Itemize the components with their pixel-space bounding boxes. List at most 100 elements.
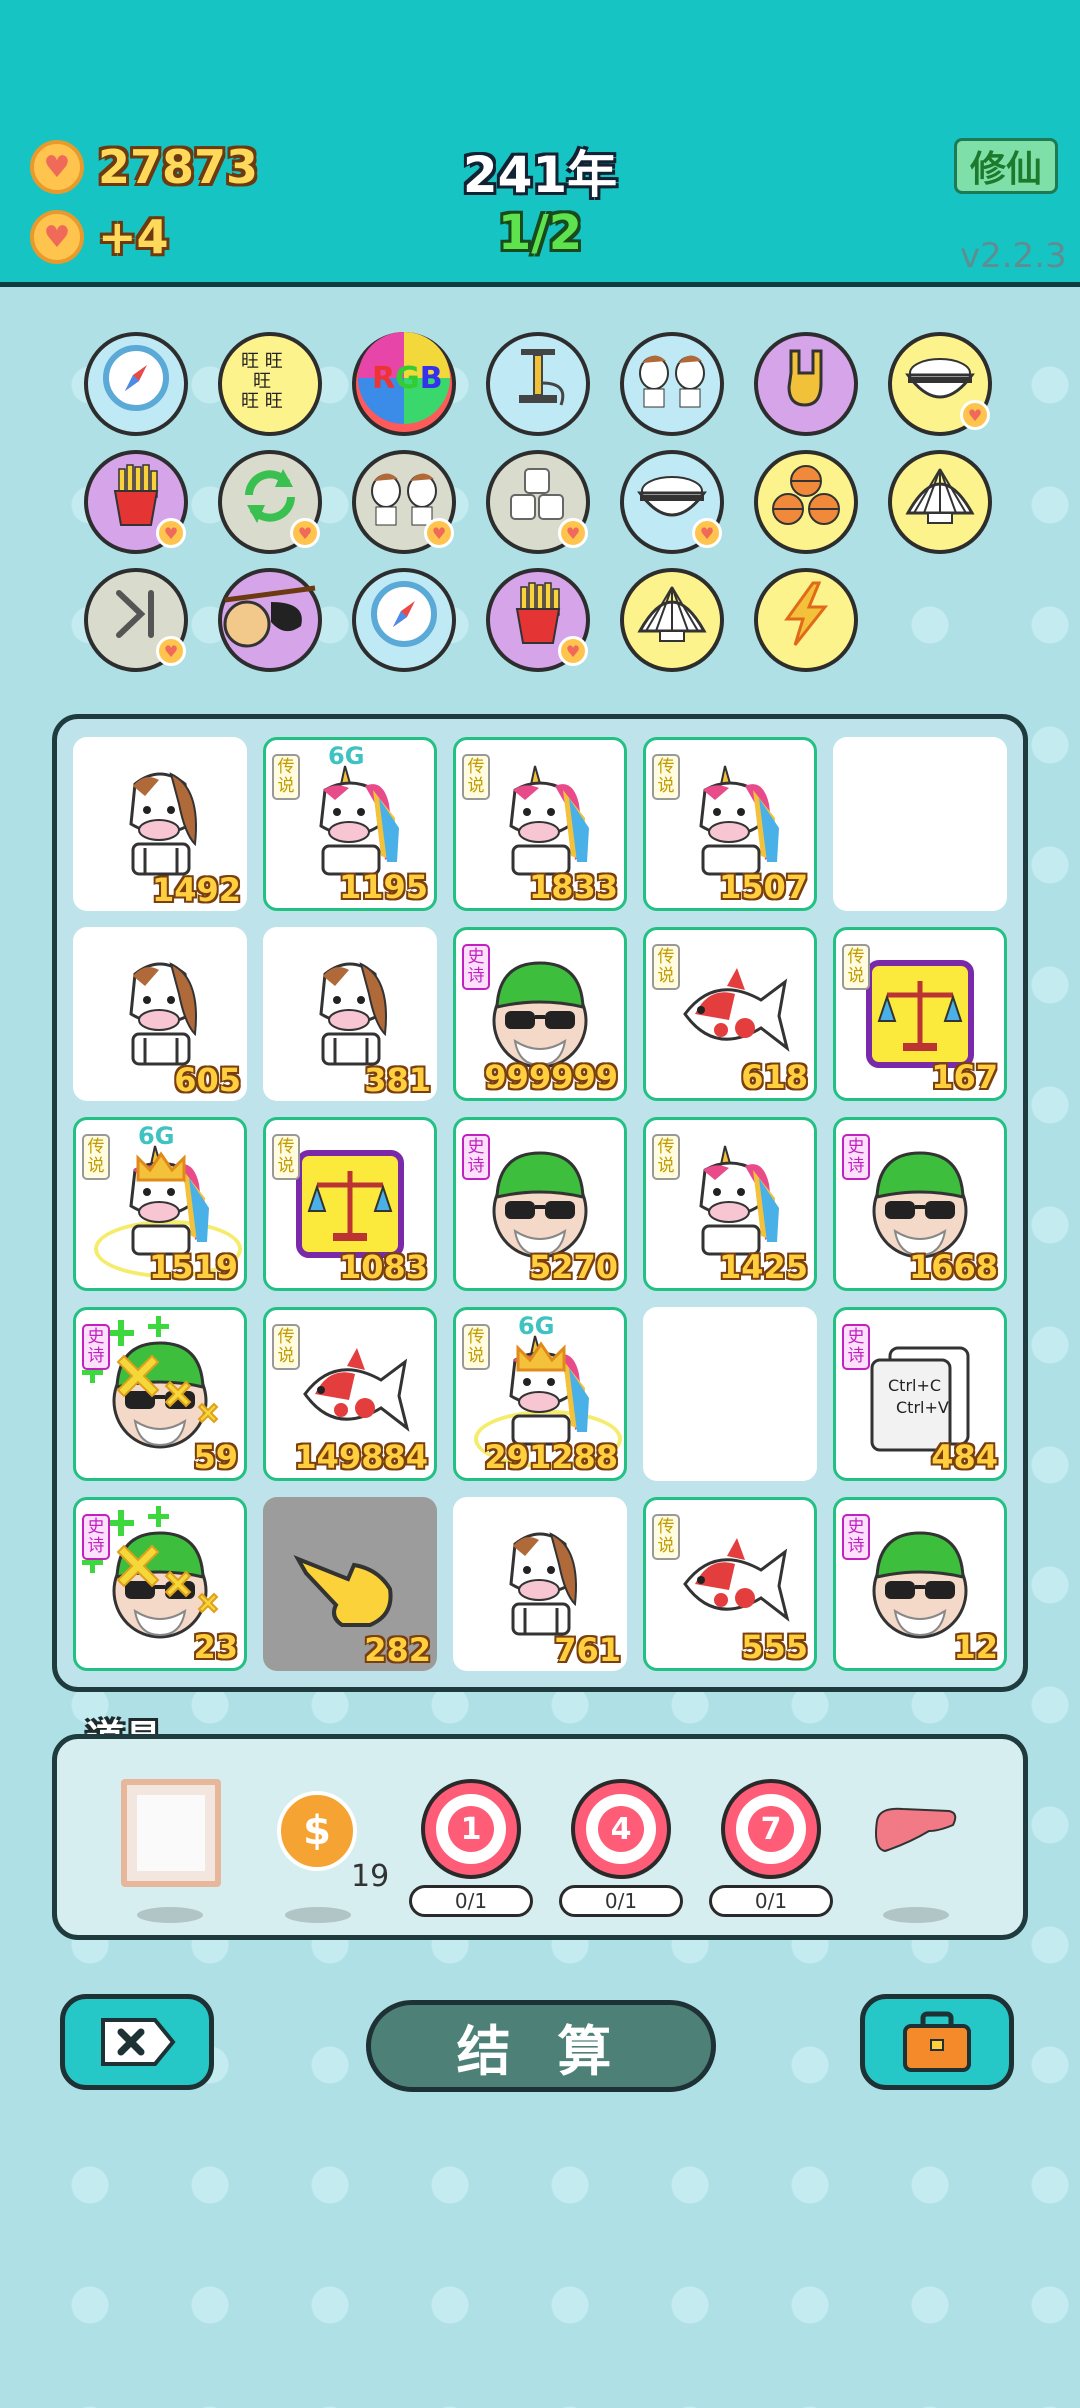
symbol-slot[interactable]: 史诗 1668 (833, 1117, 1007, 1291)
slot-value: 282 (364, 1631, 431, 1669)
relic-slot[interactable]: 旺 旺旺旺 旺 (218, 332, 322, 436)
coin-item-count: 19 (351, 1859, 390, 1894)
symbol-slot[interactable]: 传说 555 (643, 1497, 817, 1671)
empty-slot[interactable] (833, 737, 1007, 911)
relic-slot[interactable]: ♥ (84, 568, 188, 672)
legend-rarity-tag: 传说 (272, 1324, 300, 1370)
slot-value: 618 (741, 1058, 808, 1096)
slot-value: 381 (364, 1061, 431, 1099)
cultivate-button[interactable]: 修仙 (954, 138, 1058, 194)
props-panel: $ 19 1 0/1 4 0/1 7 0/1 (52, 1734, 1028, 1940)
relic-slot[interactable]: ♥ (486, 450, 590, 554)
target-number: 7 (748, 1806, 794, 1852)
dart-target-item[interactable]: 1 (421, 1779, 521, 1879)
symbol-slot[interactable]: 传说 1425 (643, 1117, 817, 1291)
6g-badge: 6G (138, 1122, 175, 1150)
income-heart-icon: ♥ (30, 210, 84, 264)
symbol-slot[interactable]: 史诗 59 (73, 1307, 247, 1481)
symbol-slot[interactable]: 史诗 12 (833, 1497, 1007, 1671)
6g-badge: 6G (328, 742, 365, 770)
skip-button[interactable] (60, 1994, 214, 2090)
symbol-slot[interactable]: 传说 6G 291288 (453, 1307, 627, 1481)
rgb-icon: RGB (356, 330, 452, 438)
slot-value: 1425 (718, 1248, 808, 1286)
svg-text:旺: 旺 (253, 371, 271, 392)
relic-slot[interactable]: ♥ (620, 450, 724, 554)
relic-slot[interactable]: ♥ (486, 568, 590, 672)
coin-counter: ♥ 27873 (30, 140, 258, 194)
slot-value: 1083 (338, 1248, 428, 1286)
relic-slot[interactable]: ♥ (218, 450, 322, 554)
eyepatch-icon (215, 574, 325, 666)
frame-shadow (137, 1907, 203, 1923)
relic-slot[interactable] (888, 450, 992, 554)
relic-slot[interactable] (754, 568, 858, 672)
6g-badge: 6G (518, 1312, 555, 1340)
legend-rarity-tag: 传说 (652, 1134, 680, 1180)
symbol-slot[interactable]: 传说 149884 (263, 1307, 437, 1481)
relic-slot[interactable] (218, 568, 322, 672)
frame-item[interactable] (121, 1779, 221, 1887)
symbol-slot[interactable]: 史诗 999999 (453, 927, 627, 1101)
relic-slot[interactable] (352, 568, 456, 672)
epic-rarity-tag: 史诗 (842, 1134, 870, 1180)
slot-value: 1833 (528, 868, 618, 906)
coin-item[interactable]: $ (277, 1791, 357, 1871)
ctrl-v-text: Ctrl+V (896, 1398, 949, 1417)
symbol-slot[interactable]: 传说 6G 1195 (263, 737, 437, 911)
relic-slot[interactable]: RGB (352, 332, 456, 436)
symbol-slot[interactable]: 传说 1833 (453, 737, 627, 911)
relic-slot[interactable]: ♥ (888, 332, 992, 436)
epic-rarity-tag: 史诗 (462, 944, 490, 990)
frame-icon (137, 1795, 205, 1871)
target-number: 1 (448, 1806, 494, 1852)
relic-slot[interactable] (620, 568, 724, 672)
symbol-slot[interactable]: 传说 6G 1519 (73, 1117, 247, 1291)
relic-slot[interactable] (486, 332, 590, 436)
slot-value: 5270 (528, 1248, 618, 1286)
symbol-slot[interactable]: Ctrl+C Ctrl+V 史诗 484 (833, 1307, 1007, 1481)
slot-value: 761 (554, 1631, 621, 1669)
slot-value: 291288 (484, 1438, 618, 1476)
heart-badge-icon: ♥ (960, 400, 990, 430)
legend-rarity-tag: 传说 (652, 1514, 680, 1560)
liver-item[interactable] (869, 1801, 959, 1857)
round-progress: 1/2 (497, 205, 583, 261)
symbol-slot[interactable]: 史诗 23 (73, 1497, 247, 1671)
legend-rarity-tag: 传说 (272, 754, 300, 800)
symbol-slot[interactable]: 381 (263, 927, 437, 1101)
epic-rarity-tag: 史诗 (82, 1514, 110, 1560)
empty-slot[interactable] (643, 1307, 817, 1481)
wang-tiles-icon: 旺 旺旺旺 旺 (235, 343, 305, 425)
target-uses: 0/1 (409, 1885, 533, 1917)
relic-slot[interactable] (84, 332, 188, 436)
symbol-slot[interactable]: 761 (453, 1497, 627, 1671)
relic-slot[interactable] (754, 450, 858, 554)
slot-value: 1492 (151, 871, 241, 909)
inventory-button[interactable] (860, 1994, 1014, 2090)
symbol-slot[interactable]: 传说 1507 (643, 737, 817, 911)
symbol-slot[interactable]: 605 (73, 927, 247, 1101)
dart-target-item[interactable]: 7 (721, 1779, 821, 1879)
version-label: v2.2.3 (960, 236, 1067, 276)
symbol-slot[interactable]: 1492 (73, 737, 247, 911)
slot-value: 605 (174, 1061, 241, 1099)
symbol-slot[interactable]: 史诗 5270 (453, 1117, 627, 1291)
symbol-slot[interactable]: 282 (263, 1497, 437, 1671)
legend-rarity-tag: 传说 (82, 1134, 110, 1180)
coin-heart-icon: ♥ (30, 140, 84, 194)
settle-button[interactable]: 结 算 (366, 2000, 716, 2092)
coin-total: 27873 (98, 140, 259, 194)
slot-value: 555 (741, 1628, 808, 1666)
symbol-slot[interactable]: 传说 167 (833, 927, 1007, 1101)
relic-slot[interactable]: ♥ (352, 450, 456, 554)
dart-target-item[interactable]: 4 (571, 1779, 671, 1879)
relic-slot[interactable]: ♥ (84, 450, 188, 554)
relic-slot[interactable] (754, 332, 858, 436)
relic-slot[interactable] (620, 332, 724, 436)
crown-icon (134, 1150, 188, 1188)
top-bar: ♥ 27873 ♥ +4 241年 1/2 修仙 v2.2.3 (0, 0, 1080, 287)
symbol-slot[interactable]: 传说 1083 (263, 1117, 437, 1291)
svg-text:旺 旺: 旺 旺 (241, 391, 283, 412)
symbol-slot[interactable]: 传说 618 (643, 927, 817, 1101)
